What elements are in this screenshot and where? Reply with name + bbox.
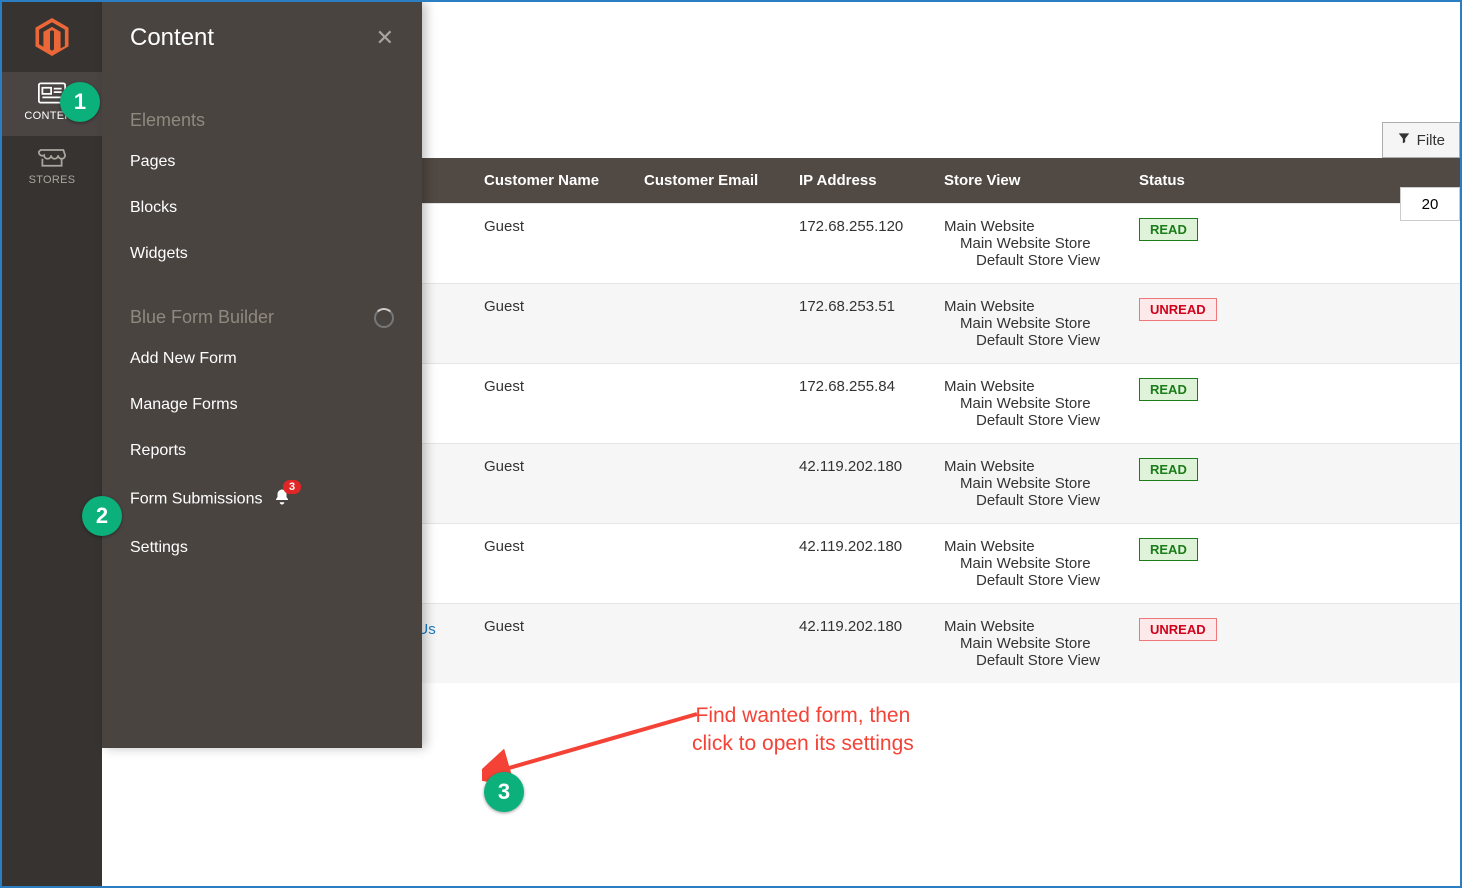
annotation-badge-1: 1 [60,82,100,122]
annotation-badge-3: 3 [484,772,524,812]
row-store: Main WebsiteMain Website StoreDefault St… [944,378,1115,429]
col-customer-name[interactable]: Customer Name [472,158,632,204]
content-flyout: Content ✕ Elements Pages Blocks Widgets … [102,2,422,748]
row-store: Main WebsiteMain Website StoreDefault St… [944,218,1115,269]
section-bfb: Blue Form Builder [130,307,394,328]
row-store: Main WebsiteMain Website StoreDefault St… [944,538,1115,589]
section-elements: Elements [130,110,394,131]
annotation-badge-2: 2 [82,496,122,536]
row-email [632,204,787,284]
row-ip: 172.68.255.84 [787,364,932,444]
annotation-hint: Find wanted form, then click to open its… [692,702,914,759]
page-size-input[interactable] [1400,187,1460,221]
annotation-arrow-icon [482,702,712,782]
row-email [632,284,787,364]
row-email [632,604,787,684]
nav-form-submissions-label: Form Submissions [130,491,262,508]
nav-manage-forms[interactable]: Manage Forms [130,382,394,428]
row-customer: Guest [472,444,632,524]
close-icon[interactable]: ✕ [376,25,394,51]
flyout-title: Content [130,24,214,52]
rail-stores-label: STORES [29,174,76,186]
nav-form-submissions[interactable]: Form Submissions 3 [130,474,394,525]
nav-blocks[interactable]: Blocks [130,185,394,231]
nav-widgets[interactable]: Widgets [130,231,394,277]
row-email [632,524,787,604]
row-customer: Guest [472,364,632,444]
row-customer: Guest [472,604,632,684]
row-customer: Guest [472,284,632,364]
row-customer: Guest [472,204,632,284]
magento-logo[interactable] [2,2,102,72]
filters-button[interactable]: Filte [1382,122,1460,158]
status-badge: UNREAD [1139,298,1217,321]
funnel-icon [1397,131,1411,149]
nav-pages[interactable]: Pages [130,139,394,185]
row-ip: 42.119.202.180 [787,444,932,524]
col-customer-email[interactable]: Customer Email [632,158,787,204]
admin-rail: CONTENT 3 STORES [2,2,102,886]
col-ip[interactable]: IP Address [787,158,932,204]
nav-reports[interactable]: Reports [130,428,394,474]
status-badge: READ [1139,218,1198,241]
row-email [632,364,787,444]
row-customer: Guest [472,524,632,604]
row-ip: 42.119.202.180 [787,604,932,684]
row-ip: 172.68.255.120 [787,204,932,284]
nav-add-form[interactable]: Add New Form [130,336,394,382]
loading-spinner-icon [374,308,394,328]
row-store: Main WebsiteMain Website StoreDefault St… [944,458,1115,509]
submissions-badge: 3 [283,480,301,494]
status-badge: UNREAD [1139,618,1217,641]
row-store: Main WebsiteMain Website StoreDefault St… [944,618,1115,669]
row-email [632,444,787,524]
row-store: Main WebsiteMain Website StoreDefault St… [944,298,1115,349]
col-store[interactable]: Store View [932,158,1127,204]
stores-icon [38,146,66,168]
status-badge: READ [1139,378,1198,401]
row-ip: 172.68.253.51 [787,284,932,364]
rail-stores[interactable]: STORES [2,136,102,200]
status-badge: READ [1139,458,1198,481]
status-badge: READ [1139,538,1198,561]
filters-label: Filte [1417,132,1445,149]
section-bfb-label: Blue Form Builder [130,307,274,328]
bell-icon: 3 [273,488,291,511]
nav-settings[interactable]: Settings [130,525,394,571]
row-ip: 42.119.202.180 [787,524,932,604]
